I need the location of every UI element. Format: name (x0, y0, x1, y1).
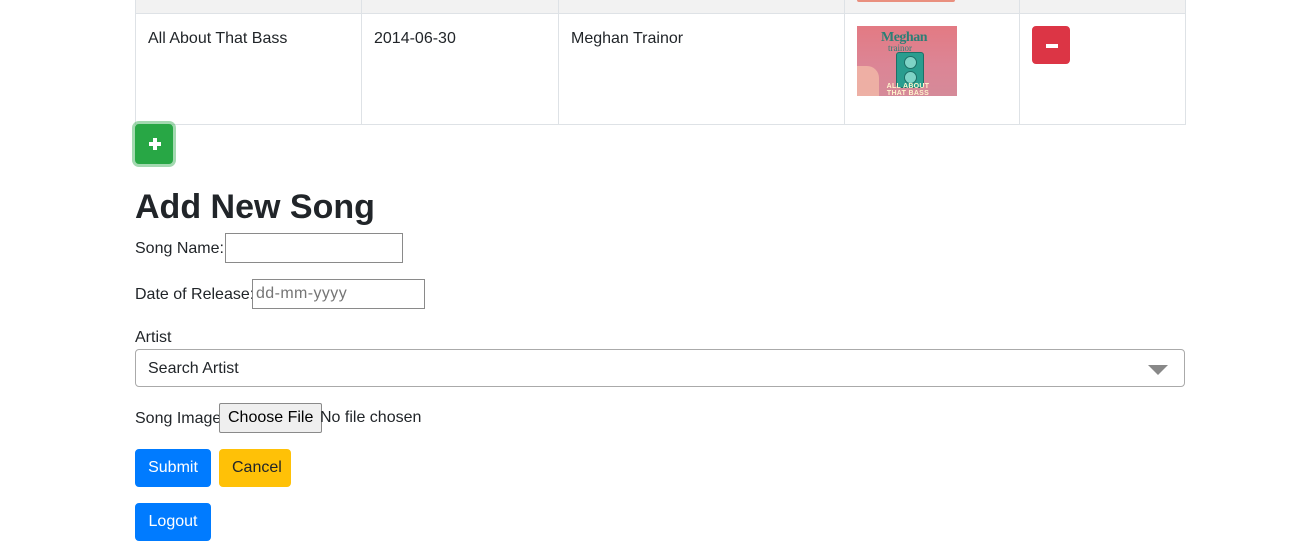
prev-cell-image (844, 0, 1020, 14)
album-art-image: Meghan trainor ALL ABOUT THAT BASS (857, 26, 957, 96)
submit-button[interactable]: Submit (135, 449, 211, 487)
logout-button[interactable]: Logout (135, 503, 211, 541)
prev-cell (361, 0, 559, 14)
chevron-down-icon (1148, 365, 1168, 375)
plus-icon-vertical (153, 138, 157, 150)
cell-song-name: All About That Bass (135, 13, 362, 125)
song-name-label: Song Name: (135, 240, 224, 257)
prev-cell (1019, 0, 1186, 14)
choose-file-button[interactable]: Choose File (219, 403, 323, 433)
date-of-release-input[interactable] (252, 279, 425, 309)
table-row: All About That Bass 2014-06-30 Meghan Tr… (135, 13, 1186, 125)
album-art-footer: ALL ABOUT THAT BASS (886, 83, 930, 96)
add-song-button[interactable] (135, 124, 173, 164)
cell-actions (1019, 13, 1186, 125)
artist-select[interactable]: Search Artist (135, 349, 1185, 387)
artist-select-text: Search Artist (148, 360, 239, 377)
artist-label: Artist (135, 329, 172, 346)
file-status-text: No file chosen (320, 409, 422, 426)
cancel-button[interactable]: Cancel (219, 449, 291, 487)
prev-album-art-edge (857, 0, 955, 2)
prev-cell (558, 0, 845, 14)
cell-song-image: Meghan trainor ALL ABOUT THAT BASS (844, 13, 1020, 125)
album-art-hand (857, 66, 879, 96)
form-title: Add New Song (135, 188, 375, 226)
date-of-release-label: Date of Release: (135, 286, 255, 303)
minus-icon (1046, 44, 1058, 48)
prev-cell (135, 0, 362, 14)
song-image-label: Song Image (135, 410, 222, 427)
songs-table-wrapper: All About That Bass 2014-06-30 Meghan Tr… (135, 0, 1186, 125)
cell-release-date: 2014-06-30 (361, 13, 559, 125)
delete-song-button[interactable] (1032, 26, 1070, 64)
table-row-previous (135, 0, 1186, 14)
songs-table: All About That Bass 2014-06-30 Meghan Tr… (135, 0, 1186, 125)
cell-artist: Meghan Trainor (558, 13, 845, 125)
song-name-input[interactable] (225, 233, 403, 263)
